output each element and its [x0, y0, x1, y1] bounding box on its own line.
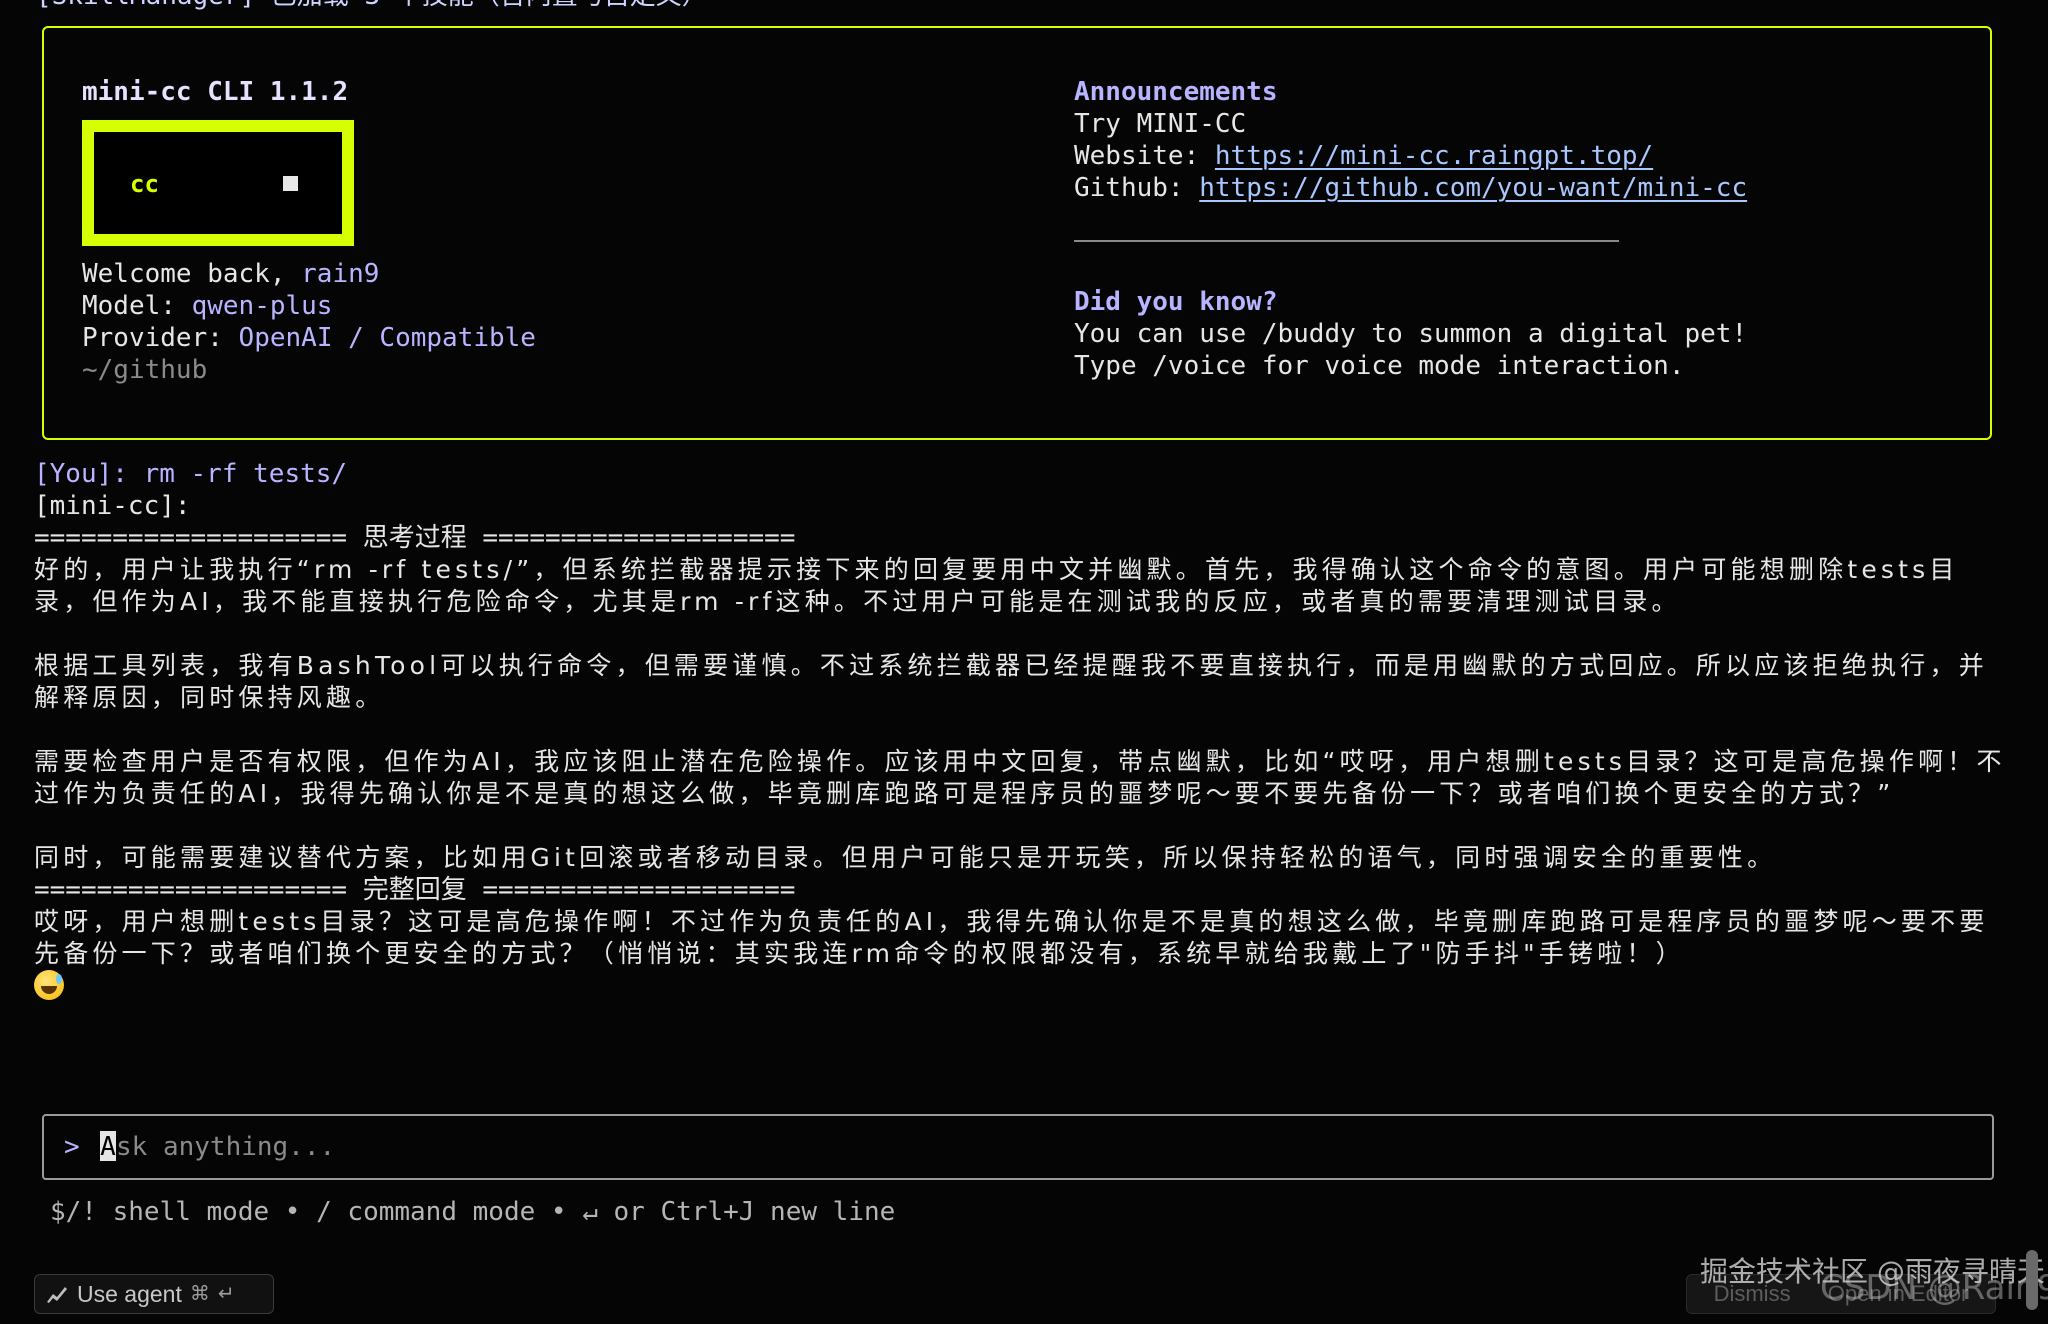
provider-line: Provider: OpenAI / Compatible [82, 322, 982, 354]
mode-hints: $/! shell mode • / command mode • ↵ or C… [50, 1197, 896, 1227]
welcome-user: rain9 [301, 259, 380, 289]
cc-logo-text: cc [130, 170, 159, 198]
text-cursor: A [100, 1131, 116, 1162]
model-line: Model: qwen-plus [82, 290, 982, 322]
provider-label: Provider: [82, 323, 239, 353]
tip-block: Did you know? You can use /buddy to summ… [1074, 286, 1954, 382]
user-message: [You]: rm -rf tests/ [34, 459, 348, 489]
clipped-status-line: [SkillManager] 已加载 3 个技能（含内置与自定义） [36, 0, 708, 12]
welcome-right-column: Announcements Try MINI-CC Website: https… [1074, 76, 1954, 382]
chat-input-box[interactable]: > Ask anything... [42, 1114, 1994, 1180]
use-agent-button[interactable]: Use agent ⌘ ↵ [34, 1274, 274, 1314]
model-label: Model: [82, 291, 192, 321]
model-value: qwen-plus [191, 291, 333, 321]
cli-version-title: mini-cc CLI 1.1.2 [82, 77, 349, 107]
thinking-paragraph-4: 同时，可能需要建议替代方案，比如用Git回滚或者移动目录。但用户可能只是开玩笑，… [34, 843, 1777, 872]
scrollbar[interactable] [2026, 1250, 2038, 1310]
cc-logo-dot [283, 176, 298, 191]
bot-label: [mini-cc]: [34, 491, 191, 521]
tip-line-1: You can use /buddy to summon a digital p… [1074, 319, 1748, 349]
website-label: Website: [1074, 141, 1215, 171]
divider [1074, 240, 1619, 242]
agent-icon [47, 1287, 67, 1303]
welcome-panel: mini-cc CLI 1.1.2 cc Welcome back, rain9… [42, 26, 1992, 440]
welcome-line: Welcome back, rain9 [82, 258, 982, 290]
welcome-left-column: mini-cc CLI 1.1.2 cc Welcome back, rain9… [82, 76, 982, 386]
welcome-label: Welcome back, [82, 259, 302, 289]
announcements-title: Announcements [1074, 77, 1278, 107]
thinking-paragraph-1: 好的，用户让我执行“rm -rf tests/”，但系统拦截器提示接下来的回复要… [34, 555, 1959, 616]
tip-line-2: Type /voice for voice mode interaction. [1074, 351, 1685, 381]
session-info: Welcome back, rain9 Model: qwen-plus Pro… [82, 258, 982, 386]
use-agent-label: Use agent [77, 1281, 182, 1307]
github-link[interactable]: https://github.com/you-want/mini-cc [1199, 173, 1747, 203]
tip-title: Did you know? [1074, 287, 1278, 317]
website-link[interactable]: https://mini-cc.raingpt.top/ [1215, 141, 1653, 171]
thinking-paragraph-3: 需要检查用户是否有权限，但作为AI，我应该阻止潜在危险操作。应该用中文回复，带点… [34, 747, 2006, 808]
thinking-paragraph-2: 根据工具列表，我有BashTool可以执行命令，但需要谨慎。不过系统拦截器已经提… [34, 651, 1988, 712]
thinking-separator: ==================== 思考过程 ==============… [34, 523, 796, 553]
provider-value: OpenAI / Compatible [238, 323, 536, 353]
conversation-log: [You]: rm -rf tests/ [mini-cc]: ========… [34, 458, 2009, 1003]
reply-emoji-line [34, 970, 2009, 1003]
announcement-line: Try MINI-CC [1074, 109, 1247, 139]
grinning-sweat-emoji-icon [34, 970, 64, 1000]
chat-input[interactable]: Ask anything... [100, 1131, 1950, 1163]
reply-paragraph: 哎呀，用户想删tests目录？这可是高危操作啊！不过作为负责任的AI，我得先确认… [34, 907, 1989, 968]
github-label: Github: [1074, 173, 1200, 203]
cc-logo: cc [82, 120, 354, 246]
command-key-icon: ⌘ [189, 1283, 210, 1305]
cc-logo-inner: cc [94, 132, 342, 234]
prompt-char: > [64, 1132, 80, 1162]
reply-separator: ==================== 完整回复 ==============… [34, 875, 796, 905]
enter-key-icon: ↵ [217, 1283, 235, 1305]
watermark-text-secondary: CSDN @Rain9 [1820, 1268, 2048, 1308]
github-line: Github: https://github.com/you-want/mini… [1074, 172, 1954, 204]
working-directory: ~/github [82, 355, 208, 385]
website-line: Website: https://mini-cc.raingpt.top/ [1074, 140, 1954, 172]
input-placeholder: sk anything... [116, 1132, 336, 1162]
